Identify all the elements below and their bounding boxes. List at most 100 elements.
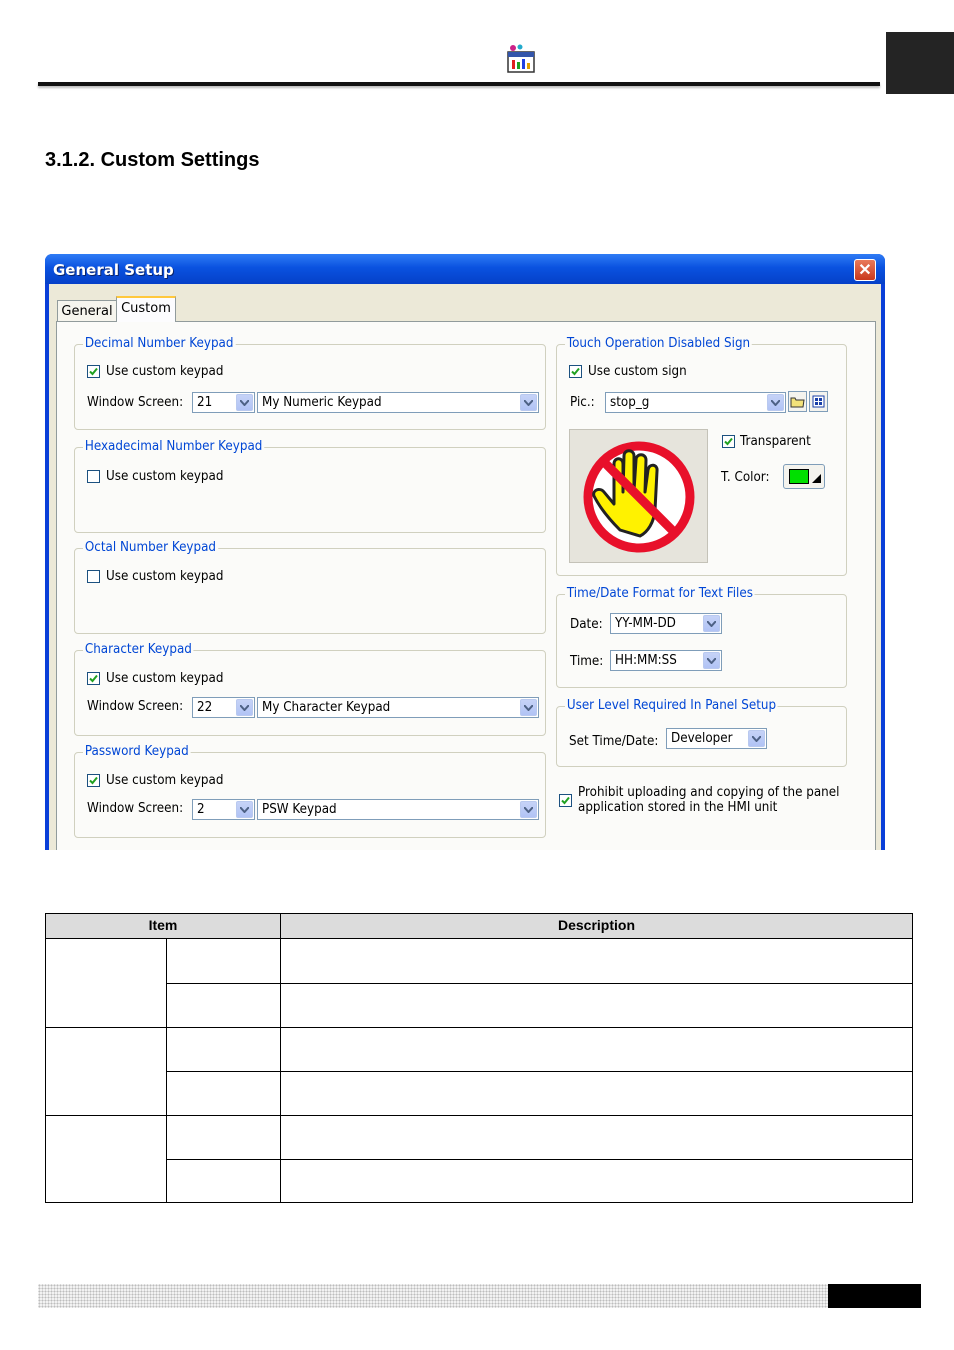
- character-screen-name-value: My Character Keypad: [262, 700, 391, 715]
- time-label: Time:: [570, 654, 604, 669]
- touch-use-custom-label: Use custom sign: [588, 364, 687, 379]
- tcolor-label: T. Color:: [721, 470, 770, 485]
- time-format-select[interactable]: HH:MM:SS: [610, 650, 722, 671]
- chevron-down-icon: [520, 394, 537, 411]
- touch-disabled-sign-group: Touch Operation Disabled Sign Use custom…: [556, 336, 847, 576]
- chevron-down-icon: [767, 394, 784, 411]
- decimal-use-custom-checkbox[interactable]: [87, 365, 100, 378]
- transparent-checkbox[interactable]: [722, 435, 735, 448]
- tcolor-picker-button[interactable]: [783, 464, 825, 489]
- time-date-format-group: Time/Date Format for Text Files Date: YY…: [556, 586, 847, 688]
- picture-library-button[interactable]: [809, 391, 828, 412]
- decimal-screen-no-select[interactable]: 21: [192, 392, 255, 413]
- chevron-down-icon: [703, 615, 720, 632]
- octal-use-custom-label: Use custom keypad: [106, 569, 224, 584]
- table-row-divider: [46, 1027, 912, 1028]
- hex-keypad-group: Hexadecimal Number Keypad Use custom key…: [74, 439, 546, 533]
- character-keypad-group: Character Keypad Use custom keypad Windo…: [74, 642, 546, 736]
- stop-hand-icon: [583, 441, 695, 553]
- decimal-keypad-label: Decimal Number Keypad: [83, 336, 236, 351]
- character-screen-no-value: 22: [197, 700, 213, 715]
- chevron-down-icon: [520, 699, 537, 716]
- tcolor-swatch: [789, 469, 809, 484]
- decimal-use-custom-label: Use custom keypad: [106, 364, 224, 379]
- table-header-row: Item Description: [46, 914, 912, 938]
- character-use-custom-checkbox[interactable]: [87, 672, 100, 685]
- decimal-screen-no-value: 21: [197, 395, 213, 410]
- user-level-group: User Level Required In Panel Setup Set T…: [556, 698, 847, 767]
- decimal-screen-name-value: My Numeric Keypad: [262, 395, 382, 410]
- password-screen-name-value: PSW Keypad: [262, 802, 337, 817]
- chevron-down-icon: [703, 652, 720, 669]
- table-header-description: Description: [557, 917, 635, 933]
- footer-page-block: [828, 1284, 921, 1308]
- open-folder-button[interactable]: [788, 391, 807, 412]
- password-use-custom-checkbox[interactable]: [87, 774, 100, 787]
- character-screen-no-select[interactable]: 22: [192, 697, 255, 718]
- table-row-divider: [166, 983, 912, 984]
- user-level-value: Developer: [671, 731, 733, 746]
- date-format-select[interactable]: YY-MM-DD: [610, 613, 722, 634]
- table-column-divider: [280, 914, 281, 1202]
- hex-use-custom-label: Use custom keypad: [106, 469, 224, 484]
- table-row-divider: [46, 938, 912, 939]
- footer-bar: [38, 1284, 828, 1308]
- sign-preview: [569, 429, 708, 563]
- decimal-screen-name-select[interactable]: My Numeric Keypad: [257, 392, 539, 413]
- dialog-titlebar[interactable]: General Setup ✕: [45, 254, 885, 284]
- folder-icon: [790, 397, 805, 408]
- section-title: 3.1.2. Custom Settings: [45, 149, 260, 171]
- octal-keypad-group: Octal Number Keypad Use custom keypad: [74, 540, 546, 634]
- grid-icon: [812, 395, 825, 408]
- table-column-divider: [166, 938, 167, 1202]
- character-keypad-label: Character Keypad: [83, 642, 194, 657]
- touch-disabled-sign-label: Touch Operation Disabled Sign: [565, 336, 752, 351]
- password-keypad-label: Password Keypad: [83, 744, 191, 759]
- password-screen-no-value: 2: [197, 802, 205, 817]
- chevron-down-icon: [748, 730, 765, 747]
- time-date-format-label: Time/Date Format for Text Files: [565, 586, 755, 601]
- pic-value: stop_g: [610, 395, 650, 410]
- user-level-select[interactable]: Developer: [666, 728, 767, 749]
- close-button[interactable]: ✕: [854, 259, 876, 281]
- custom-tab-panel: Decimal Number Keypad Use custom keypad …: [56, 321, 876, 850]
- password-use-custom-label: Use custom keypad: [106, 773, 224, 788]
- character-use-custom-label: Use custom keypad: [106, 671, 224, 686]
- prohibit-upload-checkbox[interactable]: [559, 794, 572, 807]
- tab-custom[interactable]: Custom: [116, 296, 176, 322]
- prohibit-upload-line2: application stored in the HMI unit: [578, 800, 778, 815]
- chevron-down-icon: [236, 394, 253, 411]
- app-logo-icon: [506, 44, 536, 74]
- hex-use-custom-checkbox[interactable]: [87, 470, 100, 483]
- touch-use-custom-checkbox[interactable]: [569, 365, 582, 378]
- table-header-item: Item: [148, 917, 178, 933]
- chevron-down-icon: [236, 699, 253, 716]
- dropdown-triangle-icon: [812, 474, 821, 483]
- time-format-value: HH:MM:SS: [615, 653, 677, 668]
- pic-label: Pic.:: [570, 395, 595, 410]
- character-screen-name-select[interactable]: My Character Keypad: [257, 697, 539, 718]
- dialog-client-area: General Custom Decimal Number Keypad Use…: [49, 284, 881, 850]
- date-format-value: YY-MM-DD: [615, 616, 676, 631]
- prohibit-upload-line1: Prohibit uploading and copying of the pa…: [578, 785, 840, 800]
- chapter-tab-block: [886, 32, 954, 94]
- decimal-window-screen-label: Window Screen:: [87, 395, 184, 410]
- set-time-date-label: Set Time/Date:: [569, 734, 659, 749]
- pic-select[interactable]: stop_g: [605, 392, 786, 413]
- table-row-divider: [166, 1159, 912, 1160]
- chevron-down-icon: [236, 801, 253, 818]
- password-screen-name-select[interactable]: PSW Keypad: [257, 799, 539, 820]
- password-window-screen-label: Window Screen:: [87, 801, 184, 816]
- transparent-label: Transparent: [740, 434, 811, 449]
- user-level-label: User Level Required In Panel Setup: [565, 698, 778, 713]
- header-rule: [38, 82, 880, 86]
- hex-keypad-label: Hexadecimal Number Keypad: [83, 439, 265, 454]
- table-row-divider: [166, 1071, 912, 1072]
- general-setup-dialog: General Setup ✕ General Custom Decimal N…: [45, 254, 885, 850]
- description-table: Item Description: [45, 913, 913, 1203]
- chevron-down-icon: [520, 801, 537, 818]
- password-screen-no-select[interactable]: 2: [192, 799, 255, 820]
- tab-general[interactable]: General: [57, 300, 117, 322]
- octal-use-custom-checkbox[interactable]: [87, 570, 100, 583]
- character-window-screen-label: Window Screen:: [87, 699, 184, 714]
